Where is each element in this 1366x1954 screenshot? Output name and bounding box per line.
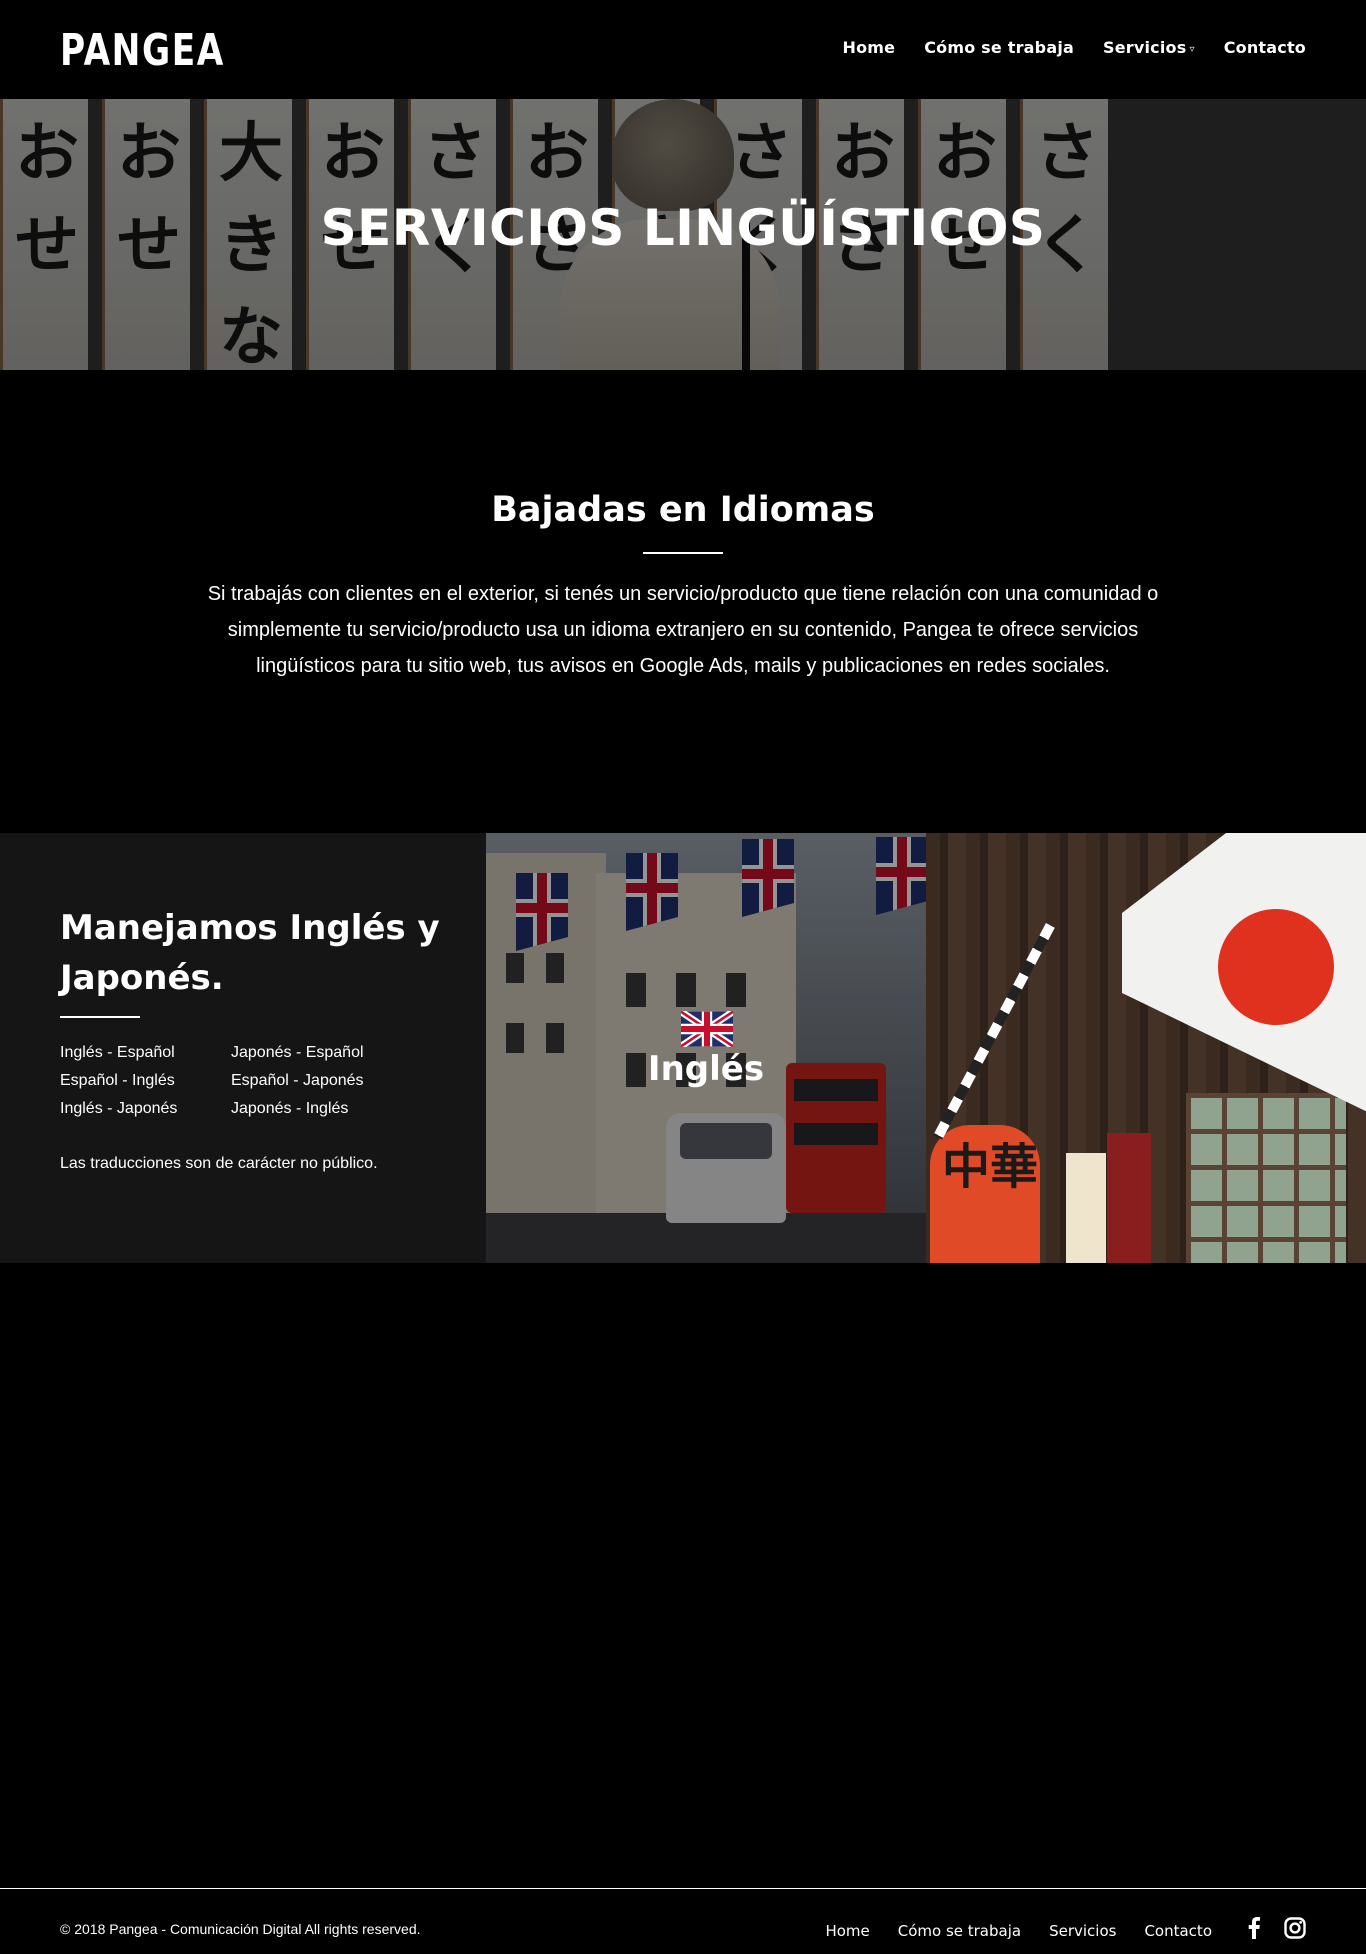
site-footer: © 2018 Pangea - Comunicación Digital All…: [0, 1888, 1366, 1954]
language-pair: Español - Japonés: [231, 1072, 364, 1089]
main-nav: Home Cómo se trabaja Servicios ▿ Contacto: [843, 38, 1307, 57]
intro-section: Bajadas en Idiomas Si trabajás con clien…: [0, 370, 1366, 833]
language-pair: Inglés - Japonés: [60, 1100, 178, 1117]
english-panel-label: Inglés: [647, 1049, 765, 1089]
nav-contacto[interactable]: Contacto: [1224, 38, 1306, 57]
hero-banner: おせおせ大きなおせさくおさおささくおさおせさく SERVICIOS LINGÜÍ…: [0, 99, 1366, 370]
english-panel[interactable]: Inglés: [486, 833, 926, 1263]
social-links: [1248, 1917, 1306, 1939]
language-pair: Japonés - Inglés: [231, 1100, 349, 1117]
footer-nav-servicios[interactable]: Servicios: [1049, 1922, 1116, 1940]
intro-heading: Bajadas en Idiomas: [491, 490, 875, 530]
lantern-text: 中華: [942, 1139, 1039, 1195]
languages-section: Manejamos Inglés y Japonés. Inglés - Esp…: [0, 833, 1366, 1263]
nav-servicios[interactable]: Servicios ▿: [1103, 38, 1195, 57]
language-pair: Inglés - Español: [60, 1044, 175, 1061]
intro-text: Si trabajás con clientes en el exterior,…: [207, 583, 1159, 677]
privacy-note: Las traducciones son de carácter no públ…: [60, 1155, 378, 1172]
copyright-text: © 2018 Pangea - Comunicación Digital All…: [60, 1921, 421, 1937]
japanese-panel[interactable]: 中華: [926, 833, 1366, 1263]
page-title: SERVICIOS LINGÜÍSTICOS: [320, 199, 1046, 257]
languages-heading: Manejamos Inglés y Japonés.: [60, 908, 440, 998]
site-logo[interactable]: PANGEA: [60, 26, 225, 76]
languages-info-panel: Manejamos Inglés y Japonés. Inglés - Esp…: [0, 833, 486, 1263]
uk-flag-icon: [681, 1011, 733, 1047]
footer-nav-home[interactable]: Home: [825, 1922, 869, 1940]
nav-home[interactable]: Home: [843, 38, 896, 57]
language-pairs-list: Inglés - Español Japonés - Español Españ…: [60, 1043, 402, 1119]
footer-nav: Home Cómo se trabaja Servicios Contacto: [825, 1922, 1212, 1940]
nav-como-se-trabaja[interactable]: Cómo se trabaja: [924, 38, 1074, 57]
facebook-icon[interactable]: [1248, 1917, 1260, 1939]
languages-divider: [60, 1016, 140, 1018]
footer-nav-como-se-trabaja[interactable]: Cómo se trabaja: [898, 1922, 1021, 1940]
english-panel-overlay: [486, 833, 926, 1263]
nav-servicios-label: Servicios: [1103, 38, 1187, 57]
language-pair: Japonés - Español: [231, 1044, 364, 1061]
instagram-icon[interactable]: [1284, 1917, 1306, 1939]
site-header: PANGEA Home Cómo se trabaja Servicios ▿ C…: [0, 0, 1366, 99]
language-pair: Español - Inglés: [60, 1072, 175, 1089]
heading-divider: [643, 552, 723, 554]
japan-flag-sun: [1218, 909, 1334, 1025]
footer-nav-contacto[interactable]: Contacto: [1144, 1922, 1212, 1940]
paper-lantern: 中華: [930, 1125, 1040, 1263]
chevron-down-icon: ▿: [1189, 44, 1195, 55]
